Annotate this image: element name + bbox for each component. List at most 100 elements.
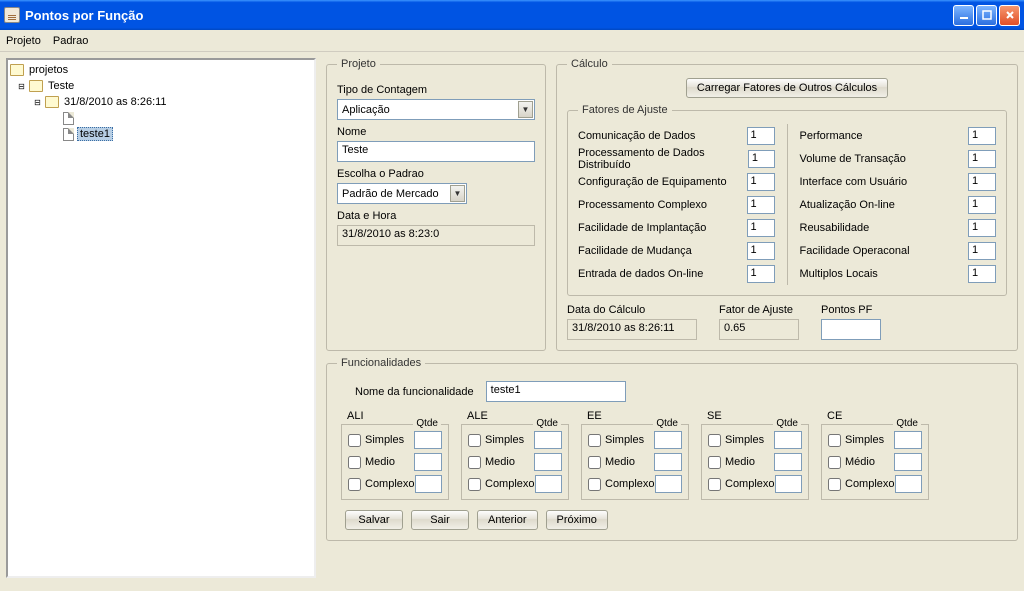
tree-item-selected[interactable]: teste1 — [77, 127, 113, 141]
fator-label: Performance — [800, 130, 863, 142]
complexity-qty-input[interactable] — [774, 453, 802, 471]
complexity-checkbox[interactable] — [828, 434, 841, 447]
padrao-label: Escolha o Padrao — [337, 168, 535, 180]
menu-projeto[interactable]: Projeto — [6, 35, 41, 47]
complexity-qty-input[interactable] — [775, 475, 802, 493]
complexity-qty-input[interactable] — [415, 475, 442, 493]
complexity-label: Médio — [845, 456, 875, 468]
complexity-qty-input[interactable] — [414, 431, 442, 449]
carregar-fatores-button[interactable]: Carregar Fatores de Outros Cálculos — [686, 78, 888, 98]
close-button[interactable] — [999, 5, 1020, 26]
fator-input[interactable]: 1 — [968, 242, 996, 260]
complexity-qty-input[interactable] — [535, 475, 562, 493]
fator-input[interactable]: 1 — [747, 127, 775, 145]
complexity-qty-input[interactable] — [414, 453, 442, 471]
complexity-group-ale: ALEQtdeSimplesMedioComplexo — [461, 410, 569, 500]
complexity-checkbox[interactable] — [708, 456, 721, 469]
complexity-checkbox[interactable] — [468, 434, 481, 447]
minimize-button[interactable] — [953, 5, 974, 26]
tree-expand-icon[interactable]: ⊟ — [17, 82, 26, 91]
complexity-qty-input[interactable] — [654, 453, 682, 471]
maximize-button[interactable] — [976, 5, 997, 26]
fator-input[interactable]: 1 — [968, 150, 996, 168]
complexity-row: Médio — [828, 451, 922, 473]
fator-ajuste-label: Fator de Ajuste — [719, 304, 799, 316]
nome-funcionalidade-input[interactable]: teste1 — [486, 381, 626, 402]
complexity-label: Medio — [485, 456, 515, 468]
tree-root[interactable]: projetos — [27, 64, 70, 76]
proximo-button[interactable]: Próximo — [546, 510, 608, 530]
complexity-checkbox[interactable] — [588, 434, 601, 447]
complexity-group-ali: ALIQtdeSimplesMedioComplexo — [341, 410, 449, 500]
fator-input[interactable]: 1 — [747, 219, 775, 237]
fatores-ajuste-group: Fatores de Ajuste Comunicação de Dados1P… — [567, 104, 1007, 296]
fator-input[interactable]: 1 — [968, 173, 996, 191]
fator-row: Processamento Complexo 1 — [578, 193, 775, 216]
padrao-combo[interactable]: Padrão de Mercado▼ — [337, 183, 467, 204]
complexity-qty-input[interactable] — [895, 475, 922, 493]
project-tree[interactable]: projetos ⊟ Teste ⊟ 31/8/2010 as 8:26:11 te… — [6, 58, 316, 578]
file-icon — [63, 128, 74, 141]
fator-label: Facilidade de Mudança — [578, 245, 692, 257]
complexity-label: Medio — [605, 456, 635, 468]
tipo-contagem-combo[interactable]: Aplicação▼ — [337, 99, 535, 120]
complexity-group-ce: CEQtdeSimplesMédioComplexo — [821, 410, 929, 500]
tree-item[interactable]: Teste — [46, 80, 76, 92]
complexity-group-ee: EEQtdeSimplesMedioComplexo — [581, 410, 689, 500]
complexity-qty-input[interactable] — [894, 431, 922, 449]
fator-label: Processamento Complexo — [578, 199, 707, 211]
fator-input[interactable]: 1 — [747, 196, 775, 214]
projeto-legend: Projeto — [337, 58, 380, 70]
complexity-checkbox[interactable] — [828, 456, 841, 469]
fator-input[interactable]: 1 — [747, 242, 775, 260]
fator-input[interactable]: 1 — [968, 265, 996, 283]
menu-padrao[interactable]: Padrao — [53, 35, 88, 47]
fator-input[interactable]: 1 — [747, 173, 775, 191]
folder-icon — [10, 64, 24, 76]
fator-input[interactable]: 1 — [968, 127, 996, 145]
nome-label: Nome — [337, 126, 535, 138]
complexity-label: Simples — [605, 434, 644, 446]
tree-item[interactable]: 31/8/2010 as 8:26:11 — [62, 96, 169, 108]
tipo-contagem-label: Tipo de Contagem — [337, 84, 535, 96]
complexity-qty-input[interactable] — [655, 475, 682, 493]
complexity-qty-input[interactable] — [534, 453, 562, 471]
fator-row: Reusabilidade1 — [800, 216, 997, 239]
fator-label: Interface com Usuário — [800, 176, 908, 188]
complexity-row: Medio — [468, 451, 562, 473]
fator-row: Facilidade Operaconal1 — [800, 239, 997, 262]
complexity-checkbox[interactable] — [588, 456, 601, 469]
complexity-checkbox[interactable] — [708, 478, 721, 491]
complexity-label: Simples — [365, 434, 404, 446]
fator-input[interactable]: 1 — [747, 265, 775, 283]
complexity-qty-input[interactable] — [654, 431, 682, 449]
tree-expand-icon[interactable]: ⊟ — [33, 98, 42, 107]
complexity-row: Simples — [468, 429, 562, 451]
complexity-checkbox[interactable] — [828, 478, 841, 491]
complexity-checkbox[interactable] — [468, 478, 481, 491]
complexity-qty-input[interactable] — [894, 453, 922, 471]
anterior-button[interactable]: Anterior — [477, 510, 538, 530]
complexity-qty-input[interactable] — [534, 431, 562, 449]
complexity-checkbox[interactable] — [348, 434, 361, 447]
fator-label: Processamento de Dados Distribuído — [578, 147, 748, 171]
fator-input[interactable]: 1 — [968, 196, 996, 214]
complexity-checkbox[interactable] — [348, 456, 361, 469]
salvar-button[interactable]: Salvar — [345, 510, 403, 530]
fator-row: Facilidade de Mudança 1 — [578, 239, 775, 262]
complexity-checkbox[interactable] — [348, 478, 361, 491]
menu-bar: Projeto Padrao — [0, 30, 1024, 52]
complexity-qty-input[interactable] — [774, 431, 802, 449]
fator-input[interactable]: 1 — [968, 219, 996, 237]
qtde-label: Qtde — [773, 418, 801, 429]
complexity-checkbox[interactable] — [708, 434, 721, 447]
sair-button[interactable]: Sair — [411, 510, 469, 530]
nome-input[interactable]: Teste — [337, 141, 535, 162]
calculo-legend: Cálculo — [567, 58, 612, 70]
file-icon — [63, 112, 74, 125]
fator-row: Interface com Usuário 1 — [800, 170, 997, 193]
complexity-checkbox[interactable] — [468, 456, 481, 469]
fator-label: Volume de Transação — [800, 153, 906, 165]
fator-input[interactable]: 1 — [748, 150, 775, 168]
complexity-checkbox[interactable] — [588, 478, 601, 491]
